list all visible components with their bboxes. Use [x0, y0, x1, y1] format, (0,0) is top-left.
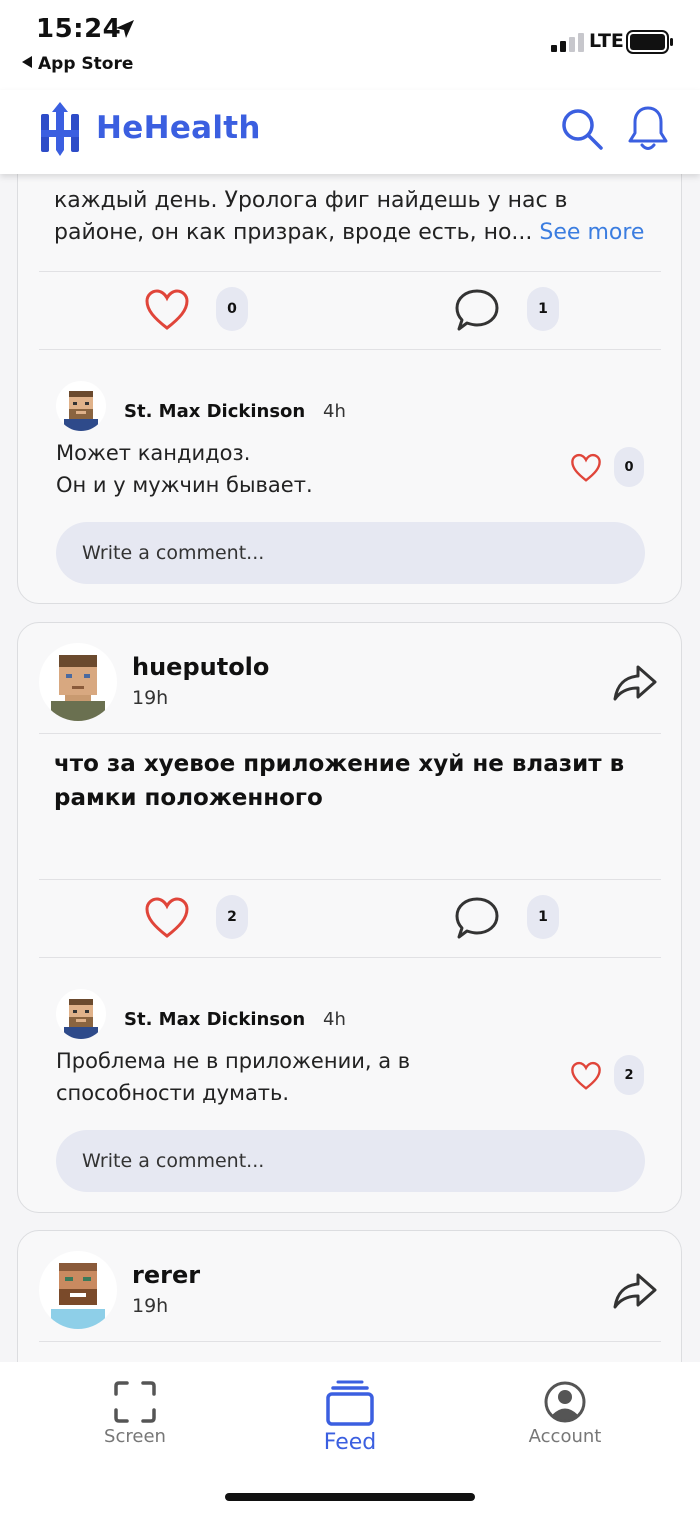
post-time: 19h: [132, 687, 169, 709]
post-author[interactable]: hueputolo: [132, 653, 269, 681]
comment-time: 4h: [323, 1009, 346, 1030]
search-button[interactable]: [558, 104, 606, 154]
pixel-avatar-image: [64, 391, 98, 431]
comment-input[interactable]: Write a comment...: [56, 522, 645, 584]
back-app-label: App Store: [38, 54, 134, 74]
battery-icon: [626, 30, 673, 54]
tab-bar: Screen Feed Account: [0, 1362, 700, 1515]
account-icon: [544, 1381, 586, 1423]
comment-like-count: 2: [614, 1055, 644, 1095]
comment-text-line: Он и у мужчин бывает.: [56, 473, 313, 497]
share-icon[interactable]: [612, 1271, 658, 1311]
search-icon: [562, 109, 603, 150]
comment-item: St. Max Dickinson 4h Может кандидоз. Он …: [18, 381, 681, 541]
home-indicator[interactable]: [225, 1493, 475, 1501]
divider: [39, 733, 661, 734]
divider: [39, 349, 661, 350]
post-author[interactable]: rerer: [132, 1261, 200, 1289]
tab-screen[interactable]: Screen: [75, 1380, 195, 1470]
post-header: hueputolo 19h: [18, 623, 681, 733]
avatar[interactable]: [39, 1251, 117, 1329]
avatar: [56, 381, 106, 431]
status-bar: 15:24 App Store LTE: [0, 0, 700, 90]
divider: [39, 957, 661, 958]
comment-count: 1: [527, 895, 559, 939]
avatar: [56, 989, 106, 1039]
comment-like-heart-icon[interactable]: [570, 453, 602, 483]
share-icon[interactable]: [612, 663, 658, 703]
post-text: каждый день. Уролога фиг найдешь у нас в…: [54, 188, 568, 245]
comment-text: Проблема не в приложении, а в способност…: [56, 1049, 411, 1105]
comment-time: 4h: [323, 401, 346, 422]
see-more-link[interactable]: See more: [539, 220, 644, 245]
pixel-avatar-image: [64, 999, 98, 1039]
divider: [39, 1341, 661, 1342]
post-actions: 0 1: [18, 272, 681, 348]
pixel-avatar-image: [51, 1263, 105, 1329]
comment-author[interactable]: St. Max Dickinson: [124, 1009, 305, 1030]
cellular-signal-icon: [551, 33, 584, 52]
feed-list[interactable]: каждый день. Уролога фиг найдешь у нас в…: [0, 174, 700, 1362]
notifications-button[interactable]: [624, 104, 672, 154]
comment-item: St. Max Dickinson 4h Проблема не в прило…: [18, 989, 681, 1149]
network-type: LTE: [589, 30, 624, 52]
like-heart-icon[interactable]: [144, 288, 190, 332]
like-count: 0: [216, 287, 248, 331]
tab-feed[interactable]: Feed: [290, 1380, 410, 1470]
comment-text: Может кандидоз. Он и у мужчин бывает.: [56, 437, 536, 501]
comment-count: 1: [527, 287, 559, 331]
scan-icon: [114, 1381, 156, 1423]
tab-label: Screen: [104, 1426, 166, 1447]
comment-like-count: 0: [614, 447, 644, 487]
comment-input[interactable]: Write a comment...: [56, 1130, 645, 1192]
logo-icon: [41, 102, 79, 156]
back-to-app-store[interactable]: App Store: [22, 54, 133, 74]
location-arrow-icon: [116, 20, 134, 38]
like-count: 2: [216, 895, 248, 939]
comment-bubble-icon[interactable]: [454, 896, 500, 940]
post-text: что за хуевое приложение хуй не влазит в…: [54, 751, 625, 811]
post-header: rerer 19h: [18, 1231, 681, 1341]
tab-account[interactable]: Account: [505, 1380, 625, 1470]
comment-text-line: Может кандидоз.: [56, 441, 251, 465]
post-card: hueputolo 19h что за хуевое приложение х…: [17, 622, 682, 1213]
back-triangle-icon: [22, 56, 32, 68]
comment-bubble-icon[interactable]: [454, 288, 500, 332]
app-header: HeHealth: [0, 90, 700, 174]
brand-name: HeHealth: [96, 110, 261, 146]
like-heart-icon[interactable]: [144, 896, 190, 940]
tab-label: Feed: [323, 1430, 377, 1455]
post-body: каждый день. Уролога фиг найдешь у нас в…: [54, 185, 654, 249]
comment-author[interactable]: St. Max Dickinson: [124, 401, 305, 422]
status-time: 15:24: [36, 14, 122, 44]
avatar[interactable]: [39, 643, 117, 721]
post-card: каждый день. Уролога фиг найдешь у нас в…: [17, 174, 682, 604]
post-time: 19h: [132, 1295, 169, 1317]
bell-icon: [628, 106, 668, 150]
comment-like-heart-icon[interactable]: [570, 1061, 602, 1091]
feed-icon: [326, 1380, 374, 1426]
post-actions: 2 1: [18, 880, 681, 956]
tab-label: Account: [528, 1426, 602, 1447]
pixel-avatar-image: [51, 655, 105, 721]
post-card: rerer 19h: [17, 1230, 682, 1362]
